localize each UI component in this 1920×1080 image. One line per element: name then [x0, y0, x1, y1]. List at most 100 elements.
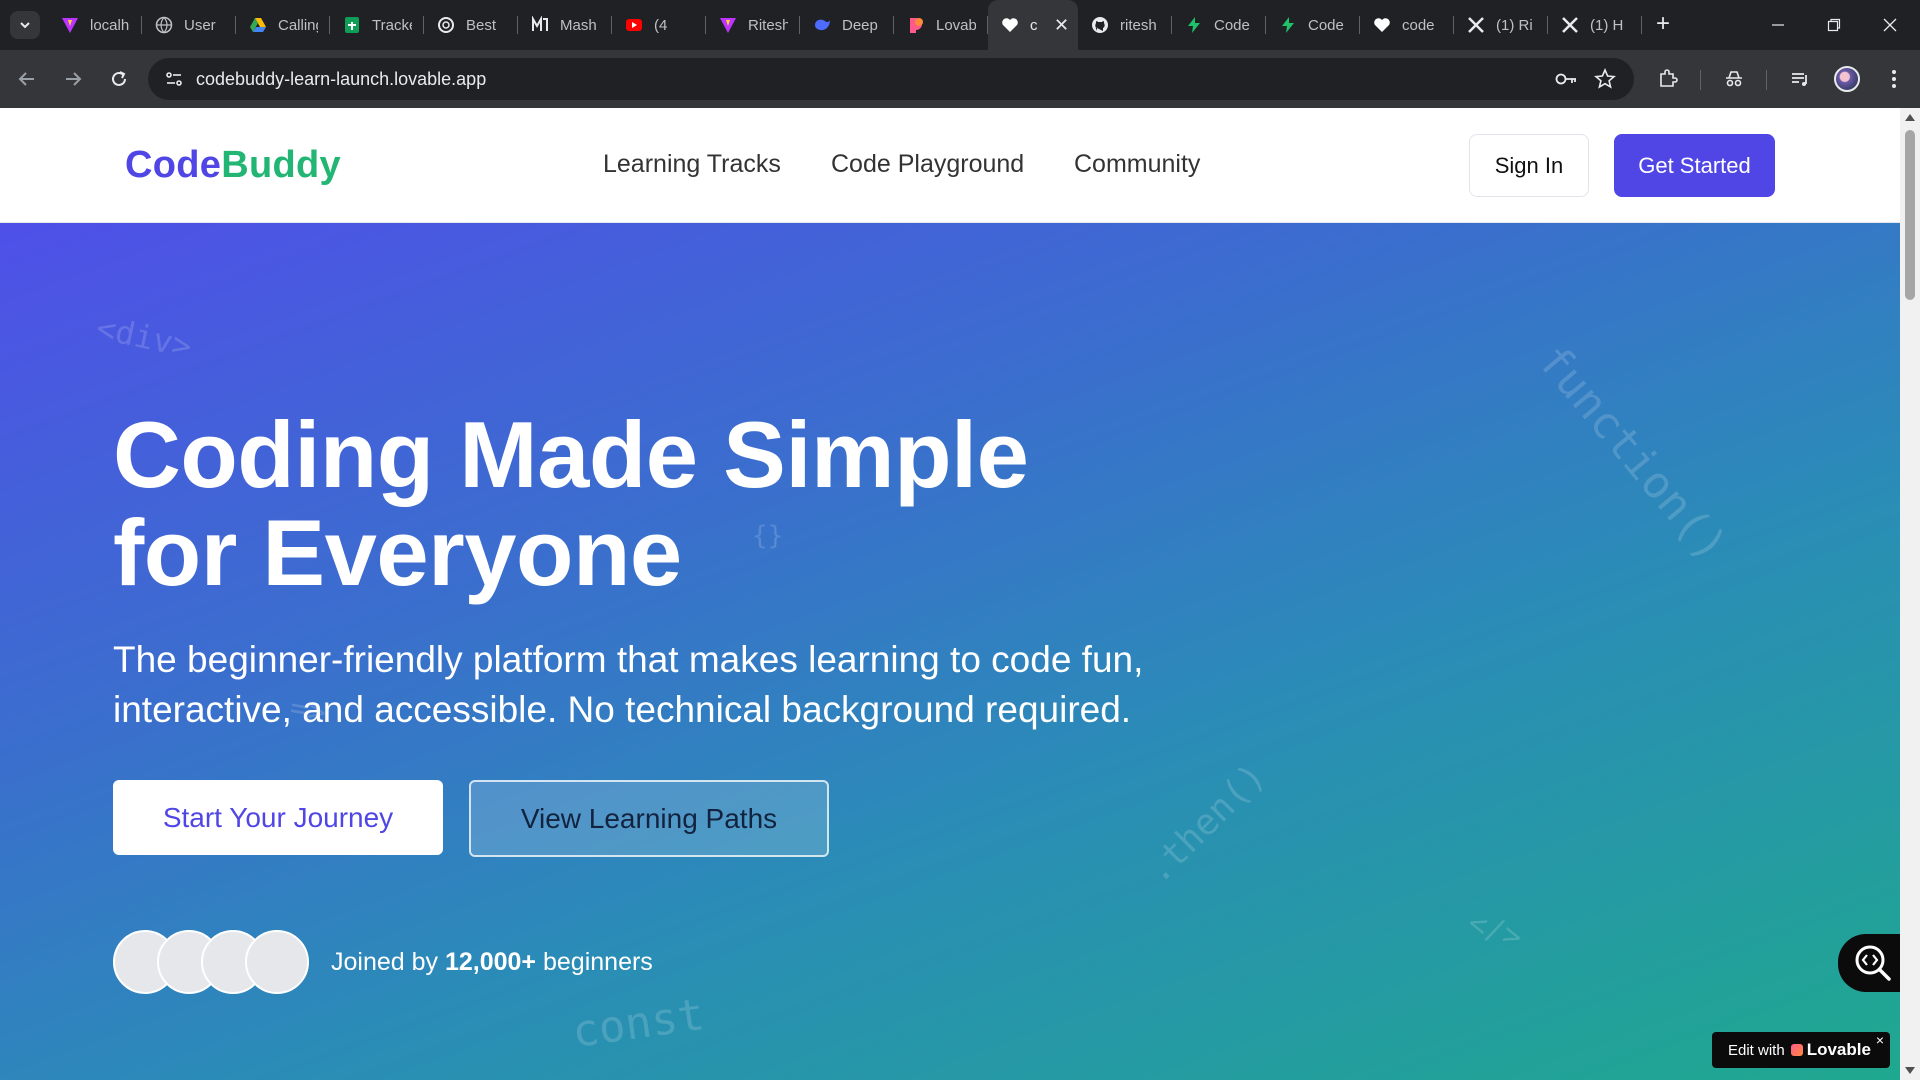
forward-button[interactable] — [58, 64, 88, 94]
joined-count-text: Joined by 12,000+ beginners — [331, 948, 653, 977]
restore-icon — [1827, 18, 1841, 32]
nav-community[interactable]: Community — [1074, 150, 1200, 179]
page-viewport: CodeBuddy Learning Tracks Code Playgroun… — [0, 108, 1900, 1080]
playlist-icon — [1792, 73, 1807, 86]
toolbar-divider — [1766, 70, 1767, 90]
bolt-icon — [1278, 15, 1298, 35]
arrow-right-icon — [66, 72, 82, 86]
browser-tab[interactable]: (1) H — [1548, 0, 1642, 50]
github-icon — [1090, 15, 1110, 35]
browser-tab[interactable]: Deep — [800, 0, 894, 50]
tab-title: Code — [1308, 16, 1344, 34]
close-window-button[interactable] — [1862, 0, 1918, 50]
mashable-icon — [530, 15, 550, 35]
tab-title: Best — [466, 16, 497, 34]
hero-title-for: for — [113, 500, 263, 605]
bookmark-star-icon[interactable] — [1594, 68, 1616, 90]
heart-icon — [1372, 15, 1392, 35]
browser-tab[interactable]: User — [142, 0, 236, 50]
browser-tab[interactable]: localhost — [48, 0, 142, 50]
tab-title: Calling — [278, 16, 318, 34]
logo-text-buddy: Buddy — [221, 144, 341, 186]
tab-title: Lovable — [936, 16, 976, 34]
decorative-code-then: .then() — [1137, 755, 1274, 892]
url-text[interactable]: codebuddy-learn-launch.lovable.app — [196, 69, 486, 90]
deepseek-icon — [812, 15, 832, 35]
badge-close-button[interactable]: × — [1876, 1032, 1884, 1048]
browser-menu-button[interactable] — [1880, 65, 1908, 93]
tab-title: Code — [1214, 16, 1250, 34]
browser-tab[interactable]: ritesh — [1078, 0, 1172, 50]
vite-icon — [718, 15, 738, 35]
site-header: CodeBuddy Learning Tracks Code Playgroun… — [0, 108, 1900, 223]
browser-tab[interactable]: Best — [424, 0, 518, 50]
minimize-button[interactable] — [1750, 0, 1806, 50]
scroll-up-arrow[interactable] — [1905, 114, 1915, 121]
browser-tab[interactable]: code — [1360, 0, 1454, 50]
code-search-widget-button[interactable] — [1838, 934, 1908, 992]
incognito-button[interactable] — [1720, 65, 1748, 93]
puzzle-icon — [1660, 69, 1678, 87]
close-icon — [1883, 18, 1897, 32]
code-search-icon — [1855, 945, 1891, 981]
address-bar[interactable]: codebuddy-learn-launch.lovable.app — [148, 58, 1634, 100]
toolbar-divider — [1700, 70, 1701, 90]
vite-icon — [60, 15, 80, 35]
x-icon — [1560, 15, 1580, 35]
heart-icon — [1000, 15, 1020, 35]
tab-title: Ritesh — [748, 16, 788, 34]
reload-button[interactable] — [104, 64, 134, 94]
globe-icon — [154, 15, 174, 35]
view-learning-paths-button[interactable]: View Learning Paths — [469, 780, 829, 857]
x-icon — [1466, 15, 1486, 35]
tab-title: Tracker — [372, 16, 412, 34]
tab-title: User — [184, 16, 216, 34]
edit-with-lovable-badge[interactable]: Edit with Lovable × — [1712, 1032, 1890, 1068]
browser-tab[interactable]: Tracker — [330, 0, 424, 50]
get-started-button[interactable]: Get Started — [1614, 134, 1775, 197]
browser-toolbar: codebuddy-learn-launch.lovable.app — [0, 50, 1920, 108]
joined-count: 12,000+ — [444, 948, 537, 976]
tab-title: Mash — [560, 16, 597, 34]
start-journey-button[interactable]: Start Your Journey — [113, 780, 443, 855]
hero-title: Coding Made Simple for Everyone — [113, 406, 1029, 605]
browser-tab-strip: localhost User Calling Tracker Best Mash (4 Rit… — [0, 0, 1920, 50]
tab-title: (4 — [654, 16, 668, 34]
tab-search-button[interactable] — [10, 11, 40, 39]
password-key-icon[interactable] — [1554, 69, 1578, 89]
browser-tab[interactable]: Code — [1266, 0, 1360, 50]
youtube-icon — [624, 15, 644, 35]
bolt-icon — [1184, 15, 1204, 35]
scrollbar-thumb[interactable] — [1905, 130, 1915, 300]
browser-tab[interactable]: Code — [1172, 0, 1266, 50]
browser-tab[interactable]: Lovable — [894, 0, 988, 50]
back-button[interactable] — [12, 64, 42, 94]
tab-active[interactable]: c ✕ — [988, 0, 1078, 50]
scroll-down-arrow[interactable] — [1905, 1067, 1915, 1074]
new-tab-button[interactable]: + — [1650, 12, 1676, 38]
tab-title: c — [1030, 16, 1038, 34]
nav-learning-tracks[interactable]: Learning Tracks — [603, 150, 781, 179]
browser-tab[interactable]: (4 — [612, 0, 706, 50]
decorative-code-div: <div> — [93, 308, 196, 366]
browser-tab[interactable]: Calling — [236, 0, 330, 50]
sign-in-button[interactable]: Sign In — [1469, 134, 1589, 197]
tab-title: Deep — [842, 16, 878, 34]
page-scrollbar[interactable] — [1900, 108, 1920, 1080]
tab-title: ritesh — [1120, 16, 1157, 34]
profile-avatar[interactable] — [1834, 66, 1860, 92]
media-controls-button[interactable] — [1786, 65, 1814, 93]
browser-tab[interactable]: Mash — [518, 0, 612, 50]
hero-title-everyone: Everyone — [262, 500, 682, 605]
tab-title: code — [1402, 16, 1435, 34]
site-info-icon[interactable] — [164, 69, 184, 89]
reload-icon — [112, 71, 126, 86]
browser-tab[interactable]: Ritesh — [706, 0, 800, 50]
codebuddy-logo[interactable]: CodeBuddy — [125, 144, 341, 187]
close-tab-icon[interactable]: ✕ — [1054, 15, 1069, 36]
restore-button[interactable] — [1806, 0, 1862, 50]
extensions-button[interactable] — [1654, 65, 1682, 93]
tab-title: (1) H — [1590, 16, 1624, 34]
nav-code-playground[interactable]: Code Playground — [831, 150, 1024, 179]
browser-tab[interactable]: (1) Ri — [1454, 0, 1548, 50]
